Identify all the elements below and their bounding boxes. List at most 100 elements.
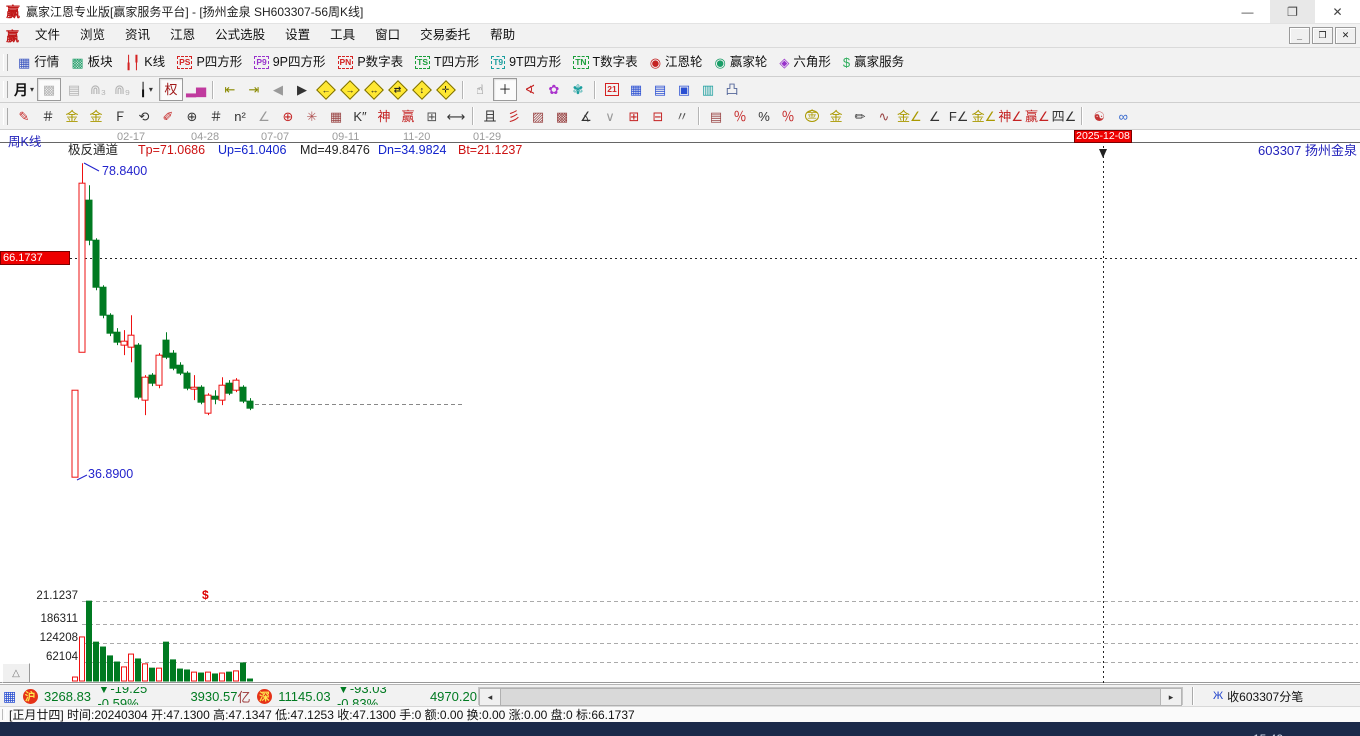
export-button[interactable]: ▥ (697, 79, 719, 100)
percent-table-button[interactable]: ▤ (705, 106, 727, 127)
scrollbar-thumb[interactable] (500, 688, 1163, 706)
n-square-button[interactable]: n² (229, 106, 251, 127)
v-lines-button[interactable]: ∨ (599, 106, 621, 127)
pen-tool-button[interactable]: ✎ (13, 106, 35, 127)
menu-浏览[interactable]: 浏览 (70, 24, 115, 47)
flower-tool-button[interactable]: ✿ (543, 79, 565, 100)
first-page-button[interactable]: ⇤ (219, 79, 241, 100)
infinity-button[interactable]: ∞ (1112, 106, 1134, 127)
mdi-restore-button[interactable]: ❐ (1312, 27, 1333, 44)
print-button[interactable]: 凸 (721, 79, 743, 100)
volume-expand-button[interactable]: △ (2, 663, 30, 683)
quotes-button[interactable]: ▦ 行情 (13, 51, 64, 74)
mdi-minimize-button[interactable]: _ (1289, 27, 1310, 44)
gold-slope-1-button[interactable]: 金∠ (897, 106, 922, 127)
candle-style-dropdown[interactable]: ╽ ▾ (135, 79, 157, 100)
red-pen-button[interactable]: ✐ (157, 106, 179, 127)
wave-tool-button[interactable]: ∿ (873, 106, 895, 127)
color-volume-button[interactable]: ▂▅ (185, 79, 207, 100)
shen-slope-button[interactable]: 神∠ (998, 106, 1023, 127)
f-slope-button[interactable]: F∠ (948, 106, 970, 127)
gann-grid-button[interactable]: ＃ (37, 106, 59, 127)
calendar-button[interactable]: 21 (601, 79, 623, 100)
9p-square-button[interactable]: P9 9P四方形 (249, 51, 330, 74)
menu-资讯[interactable]: 资讯 (115, 24, 160, 47)
winner-service-button[interactable]: $ 赢家服务 (838, 51, 909, 74)
percent-tri-button[interactable]: ％ (729, 106, 751, 127)
ying-slope-button[interactable]: 赢∠ (1025, 106, 1050, 127)
last-page-button[interactable]: ⇥ (243, 79, 265, 100)
gold-lines-button[interactable]: 金 (825, 106, 847, 127)
slope-button[interactable]: ∠ (924, 106, 946, 127)
grid-red-1-button[interactable]: ⊞ (623, 106, 645, 127)
ying-grid-button[interactable]: 赢 (397, 106, 419, 127)
gann-wheel-button[interactable]: ◉ 江恩轮 (645, 51, 708, 74)
gold-slope-2-button[interactable]: 金∠ (972, 106, 997, 127)
menu-交易委托[interactable]: 交易委托 (410, 24, 480, 47)
sectors-button[interactable]: ▩ 板块 (66, 51, 117, 74)
9t-square-button[interactable]: T9 9T四方形 (486, 51, 566, 74)
gold-grid-2-button[interactable]: 金 (85, 106, 107, 127)
ruler-123-button[interactable]: ⊞ (421, 106, 443, 127)
taichi-button[interactable]: ☯ (1088, 106, 1110, 127)
shift-left-button[interactable]: ← (315, 79, 337, 100)
menu-文件[interactable]: 文件 (25, 24, 70, 47)
menu-窗口[interactable]: 窗口 (365, 24, 410, 47)
square-web-button[interactable]: ▦ (325, 106, 347, 127)
width-measure-button[interactable]: ⟷ (445, 106, 467, 127)
gold-circle-button[interactable]: 金 (801, 106, 823, 127)
period-dropdown[interactable]: 月 ▾ (13, 79, 35, 100)
multi-lines-button[interactable]: 〃 (671, 106, 693, 127)
scroll-left-button[interactable]: ◂ (479, 688, 501, 706)
p-table-button[interactable]: PN P数字表 (333, 51, 409, 74)
si-slope-button[interactable]: 四∠ (1052, 106, 1077, 127)
gann-grid-2-button[interactable]: ▩ (551, 106, 573, 127)
percent-line-button[interactable]: ％ (777, 106, 799, 127)
horizontal-scrollbar[interactable]: ◂ ▸ (478, 687, 1183, 706)
k-mark-button[interactable]: K″ (349, 106, 371, 127)
circle-cycle-button[interactable]: ⊕ (181, 106, 203, 127)
angle-lines-button[interactable]: ∡ (575, 106, 597, 127)
angle-measure-button[interactable]: ∢ (519, 79, 541, 100)
spider-web-button[interactable]: ✳ (301, 106, 323, 127)
angle-tool-button[interactable]: ∠ (253, 106, 275, 127)
close-button[interactable]: ✕ (1315, 0, 1360, 23)
mdi-close-button[interactable]: ✕ (1335, 27, 1356, 44)
menu-江恩[interactable]: 江恩 (160, 24, 205, 47)
tick-feed-status[interactable]: Ж 收603307分笔 (1213, 687, 1303, 705)
notes-button[interactable]: ▤ (649, 79, 671, 100)
menu-设置[interactable]: 设置 (275, 24, 320, 47)
menu-工具[interactable]: 工具 (320, 24, 365, 47)
next-page-button[interactable]: ▶ (291, 79, 313, 100)
chart-style-1-button[interactable]: ▩ (37, 78, 61, 101)
compress-h-button[interactable]: ⇄ (387, 79, 409, 100)
bars-3-button[interactable]: ⋒₃ (87, 79, 109, 100)
prev-page-button[interactable]: ◀ (267, 79, 289, 100)
p-square-button[interactable]: PS P四方形 (172, 51, 247, 74)
bars-9-button[interactable]: ⋒₉ (111, 79, 133, 100)
menu-帮助[interactable]: 帮助 (480, 24, 525, 47)
calculator-button[interactable]: ▦ (625, 79, 647, 100)
restore-button[interactable]: ❐ (1270, 0, 1315, 23)
t-table-button[interactable]: TN T数字表 (568, 51, 642, 74)
shen-grid-button[interactable]: 神 (373, 106, 395, 127)
chart-style-2-button[interactable]: ▤ (63, 79, 85, 100)
hexagon-button[interactable]: ◈ 六角形 (774, 51, 836, 74)
target-button[interactable]: ⊕ (277, 106, 299, 127)
shift-right-button[interactable]: → (339, 79, 361, 100)
hand-tool-button[interactable]: ☝ (469, 79, 491, 100)
gold-grid-1-button[interactable]: 金 (61, 106, 83, 127)
rights-adjust-button[interactable]: 权 (159, 78, 183, 101)
expand-all-button[interactable]: ✛ (435, 79, 457, 100)
grid-red-2-button[interactable]: ⊟ (647, 106, 669, 127)
fan-lines-button[interactable]: 彡 (503, 106, 525, 127)
gann-box-button[interactable]: ▨ (527, 106, 549, 127)
save-button[interactable]: ▣ (673, 79, 695, 100)
brush-mark-button[interactable]: ✏ (849, 106, 871, 127)
hash-cycle-button[interactable]: ＃ (205, 106, 227, 127)
scroll-right-button[interactable]: ▸ (1160, 688, 1182, 706)
kline-button[interactable]: ╽╿ K线 (120, 51, 171, 74)
spiral-button[interactable]: ⟲ (133, 106, 155, 127)
expand-v-button[interactable]: ↕ (411, 79, 433, 100)
t-square-button[interactable]: TS T四方形 (410, 51, 484, 74)
